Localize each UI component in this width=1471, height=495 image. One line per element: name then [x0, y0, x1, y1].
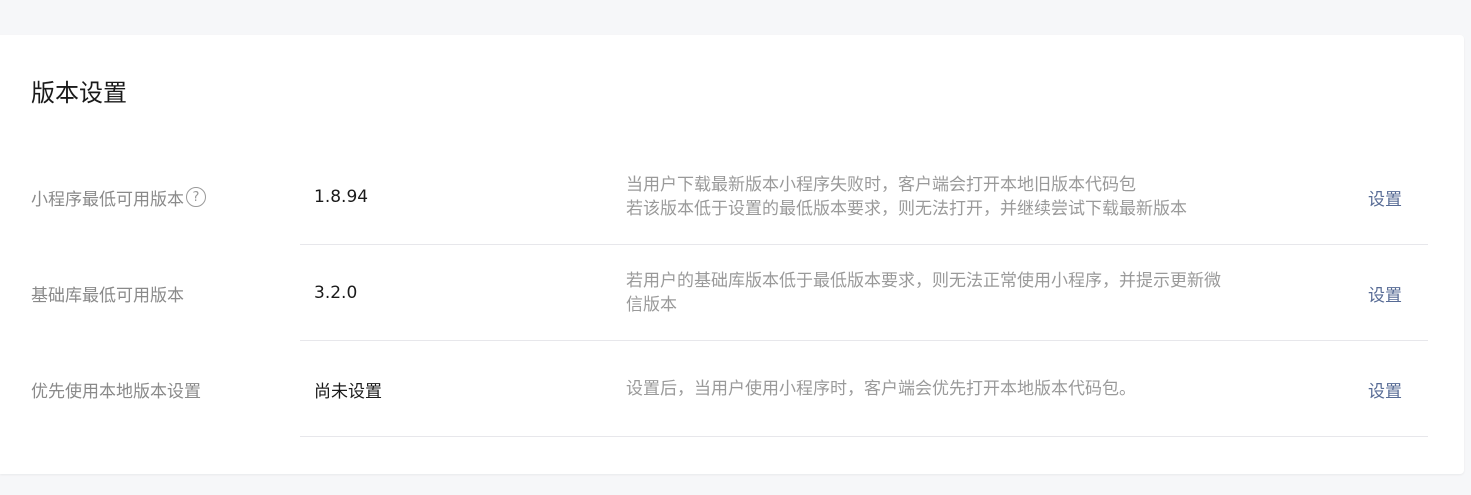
question-circle-icon[interactable]: ?	[186, 187, 206, 207]
base-library-description: 若用户的基础库版本低于最低版本要求，则无法正常使用小程序，并提示更新微 信版本	[626, 245, 1266, 341]
version-settings-card: 版本设置 小程序最低可用版本 ? 1.8.94 当用户下载最新版本小程序失败时，…	[0, 35, 1464, 474]
base-library-set-link[interactable]: 设置	[1368, 245, 1402, 341]
min-version-set-link[interactable]: 设置	[1368, 149, 1402, 245]
local-version-value: 尚未设置	[314, 381, 382, 402]
local-version-description: 设置后，当用户使用小程序时，客户端会优先打开本地版本代码包。	[626, 341, 1266, 437]
row-divider	[300, 436, 1428, 437]
description-line: 若用户的基础库版本低于最低版本要求，则无法正常使用小程序，并提示更新微	[626, 271, 1221, 291]
local-version-label: 优先使用本地版本设置	[31, 381, 201, 402]
min-version-label: 小程序最低可用版本	[31, 189, 184, 210]
min-version-row: 小程序最低可用版本 ? 1.8.94 当用户下载最新版本小程序失败时，客户端会打…	[0, 149, 1464, 245]
description-line: 若该版本低于设置的最低版本要求，则无法打开，并继续尝试下载最新版本	[626, 199, 1187, 219]
description-line: 当用户下载最新版本小程序失败时，客户端会打开本地旧版本代码包	[626, 175, 1136, 195]
min-version-value: 1.8.94	[314, 187, 369, 207]
base-library-label: 基础库最低可用版本	[31, 285, 184, 306]
description-line: 信版本	[626, 295, 677, 315]
local-version-set-link[interactable]: 设置	[1368, 341, 1402, 437]
local-version-row: 优先使用本地版本设置 尚未设置 设置后，当用户使用小程序时，客户端会优先打开本地…	[0, 341, 1464, 437]
section-title: 版本设置	[31, 79, 127, 107]
min-version-label-group: 小程序最低可用版本 ?	[31, 149, 206, 245]
min-version-description: 当用户下载最新版本小程序失败时，客户端会打开本地旧版本代码包 若该版本低于设置的…	[626, 149, 1266, 245]
description-line: 设置后，当用户使用小程序时，客户端会优先打开本地版本代码包。	[626, 379, 1136, 399]
base-library-value: 3.2.0	[314, 283, 358, 303]
base-library-row: 基础库最低可用版本 3.2.0 若用户的基础库版本低于最低版本要求，则无法正常使…	[0, 245, 1464, 341]
